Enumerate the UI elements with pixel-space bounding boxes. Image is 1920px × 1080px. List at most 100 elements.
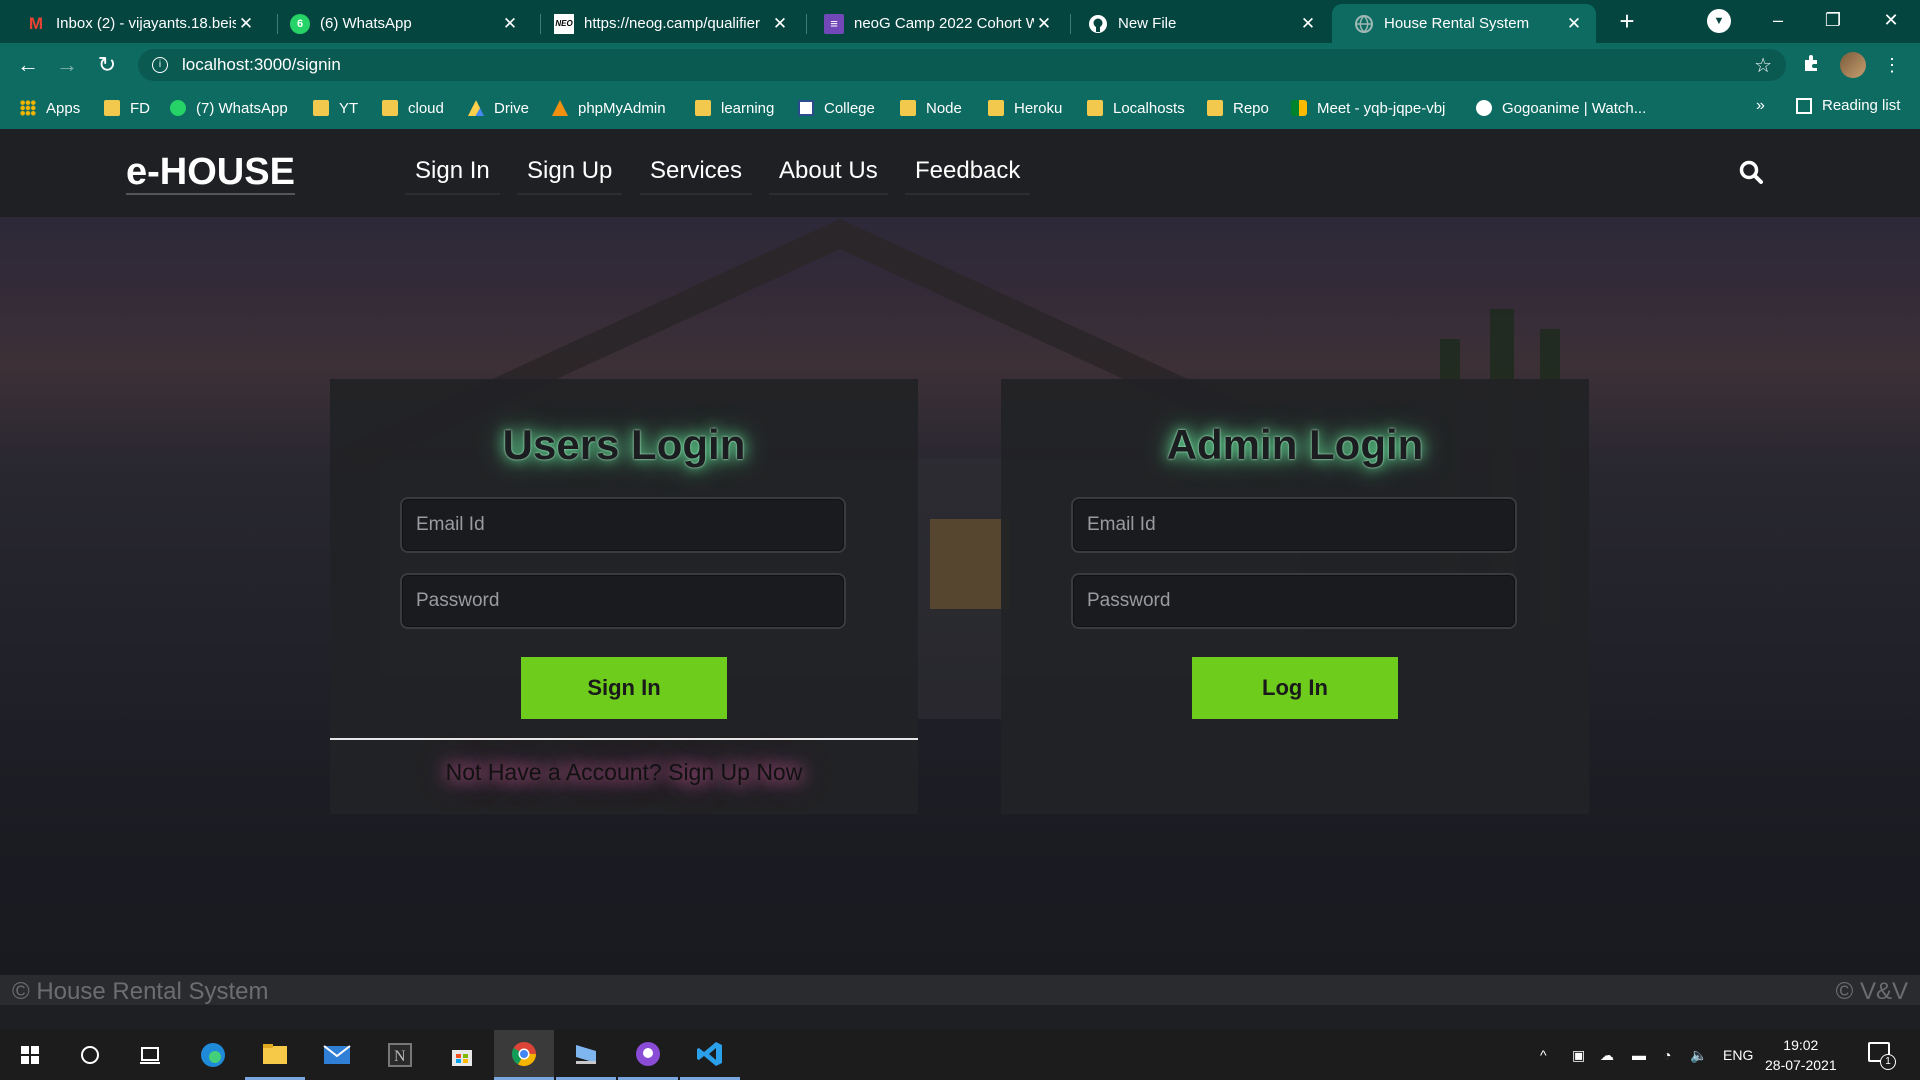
nav-sign-in[interactable]: Sign In — [405, 157, 500, 195]
card-divider — [330, 738, 918, 740]
users-password-field[interactable] — [400, 573, 846, 629]
folder-icon — [900, 100, 916, 116]
reload-icon[interactable]: ↻ — [91, 49, 123, 81]
tab-search-icon[interactable]: ▼ — [1707, 9, 1731, 33]
bookmark-phpmyadmin[interactable]: phpMyAdmin — [552, 97, 666, 119]
clock-time: 19:02 — [1783, 1037, 1819, 1053]
more-bookmarks-icon[interactable]: » — [1756, 97, 1765, 115]
language-indicator[interactable]: ENG — [1723, 1030, 1753, 1080]
bookmark-fd[interactable]: FD — [104, 97, 150, 119]
address-bar[interactable]: i localhost:3000/signin ☆ — [138, 49, 1786, 81]
github-desktop-icon[interactable] — [618, 1030, 678, 1080]
bookmark-cloud[interactable]: cloud — [382, 97, 444, 119]
new-tab-button[interactable]: + — [1612, 6, 1642, 36]
notion-icon[interactable]: N — [370, 1030, 430, 1080]
sign-in-button[interactable]: Sign In — [521, 657, 727, 719]
wifi-icon[interactable]: ◔ — [1663, 1030, 1671, 1080]
close-tab-icon[interactable]: ✕ — [1564, 14, 1584, 34]
close-tab-icon[interactable]: ✕ — [500, 14, 520, 34]
edge-icon[interactable] — [183, 1030, 243, 1080]
store-icon[interactable] — [432, 1030, 492, 1080]
site-logo[interactable]: e-HOUSE — [126, 151, 295, 195]
meet-now-icon[interactable]: ▣ — [1572, 1030, 1585, 1080]
bookmark-gogoanime[interactable]: Gogoanime | Watch... — [1476, 97, 1646, 119]
page-background: e-HOUSE Sign In Sign Up Services About U… — [0, 129, 1920, 975]
nav-about-us[interactable]: About Us — [769, 157, 888, 195]
minimize-icon[interactable]: – — [1753, 4, 1803, 36]
tab-whatsapp[interactable]: 6 (6) WhatsApp ✕ — [268, 4, 532, 43]
tab-github[interactable]: New File ✕ — [1066, 4, 1330, 43]
tab-neog-form[interactable]: ≡ neoG Camp 2022 Cohort W ✕ — [802, 4, 1066, 43]
search-circle-icon[interactable] — [60, 1030, 120, 1080]
reading-list-button[interactable]: Reading list — [1796, 97, 1900, 114]
notification-count: 1 — [1880, 1054, 1896, 1070]
log-in-button[interactable]: Log In — [1192, 657, 1398, 719]
close-tab-icon[interactable]: ✕ — [1034, 14, 1054, 34]
site-info-icon[interactable]: i — [152, 57, 168, 73]
task-view-icon[interactable] — [120, 1030, 180, 1080]
sign-up-link[interactable]: Not Have a Account? Sign Up Now — [330, 759, 918, 786]
meet-icon — [1291, 100, 1307, 116]
chrome-icon[interactable] — [494, 1030, 554, 1080]
bookmark-yt[interactable]: YT — [313, 97, 358, 119]
tab-title: https://neog.camp/qualifier — [584, 15, 760, 32]
nav-services[interactable]: Services — [640, 157, 753, 195]
battery-icon[interactable]: ▬ — [1632, 1030, 1646, 1080]
github-icon — [1088, 14, 1108, 34]
admin-email-field[interactable] — [1071, 497, 1517, 553]
bookmark-node[interactable]: Node — [900, 97, 962, 119]
bookmark-localhosts[interactable]: Localhosts — [1087, 97, 1185, 119]
globe-icon — [1354, 14, 1374, 34]
bookmark-star-icon[interactable]: ☆ — [1754, 53, 1772, 78]
bookmark-repo[interactable]: Repo — [1207, 97, 1269, 119]
volume-icon[interactable]: 🔈 — [1690, 1030, 1707, 1080]
nav-sign-up[interactable]: Sign Up — [517, 157, 623, 195]
close-window-icon[interactable]: ✕ — [1866, 4, 1916, 36]
folder-icon — [1207, 100, 1223, 116]
show-hidden-icons[interactable]: ^ — [1540, 1030, 1547, 1080]
tab-neog[interactable]: NEO https://neog.camp/qualifier ✕ — [532, 4, 802, 43]
mail-icon[interactable] — [307, 1030, 367, 1080]
gmail-icon: M — [28, 13, 44, 33]
chrome-menu-icon[interactable]: ⋮ — [1880, 53, 1904, 77]
phpmyadmin-icon — [552, 100, 568, 116]
folder-icon — [695, 100, 711, 116]
bookmark-apps[interactable]: Apps — [20, 97, 80, 119]
users-login-title: Users Login — [502, 421, 746, 468]
vscode-icon[interactable] — [680, 1030, 740, 1080]
close-tab-icon[interactable]: ✕ — [770, 14, 790, 34]
gogoanime-icon — [1476, 100, 1492, 116]
tab-title: neoG Camp 2022 Cohort W — [854, 15, 1034, 32]
site-navbar: e-HOUSE Sign In Sign Up Services About U… — [0, 129, 1920, 217]
nav-feedback[interactable]: Feedback — [905, 157, 1031, 195]
profile-avatar[interactable] — [1840, 52, 1866, 78]
bookmark-whatsapp[interactable]: (7) WhatsApp — [170, 97, 288, 119]
bookmark-heroku[interactable]: Heroku — [988, 97, 1062, 119]
folder-icon — [988, 100, 1004, 116]
search-icon[interactable] — [1738, 159, 1764, 185]
tab-house-rental[interactable]: House Rental System ✕ — [1332, 4, 1596, 43]
tab-gmail[interactable]: M Inbox (2) - vijayants.18.beis@ ✕ — [4, 4, 268, 43]
bookmark-college[interactable]: College — [798, 97, 875, 119]
back-icon[interactable]: ← — [12, 49, 44, 81]
bookmark-meet[interactable]: Meet - yqb-jqpe-vbj — [1291, 97, 1445, 119]
tab-title: (6) WhatsApp — [320, 15, 412, 32]
bookmark-drive[interactable]: Drive — [468, 97, 529, 119]
bookmark-learning[interactable]: learning — [695, 97, 774, 119]
system-clock[interactable]: 19:02 28-07-2021 — [1765, 1035, 1837, 1075]
tab-title: Inbox (2) - vijayants.18.beis@ — [56, 15, 236, 32]
close-tab-icon[interactable]: ✕ — [1298, 14, 1318, 34]
windows-app-icon[interactable] — [556, 1030, 616, 1080]
close-tab-icon[interactable]: ✕ — [236, 14, 256, 34]
onedrive-icon[interactable]: ☁ — [1600, 1030, 1614, 1080]
file-explorer-icon[interactable] — [245, 1030, 305, 1080]
extensions-icon[interactable] — [1800, 53, 1824, 77]
forward-icon[interactable]: → — [51, 49, 83, 81]
users-email-field[interactable] — [400, 497, 846, 553]
browser-tab-strip: M Inbox (2) - vijayants.18.beis@ ✕ 6 (6)… — [0, 0, 1920, 43]
windows-start-icon[interactable] — [0, 1030, 60, 1080]
restore-icon[interactable]: ❐ — [1808, 4, 1858, 36]
admin-password-field[interactable] — [1071, 573, 1517, 629]
admin-login-card: Admin Login Log In — [1001, 379, 1589, 814]
url-text: localhost:3000/signin — [182, 55, 341, 74]
